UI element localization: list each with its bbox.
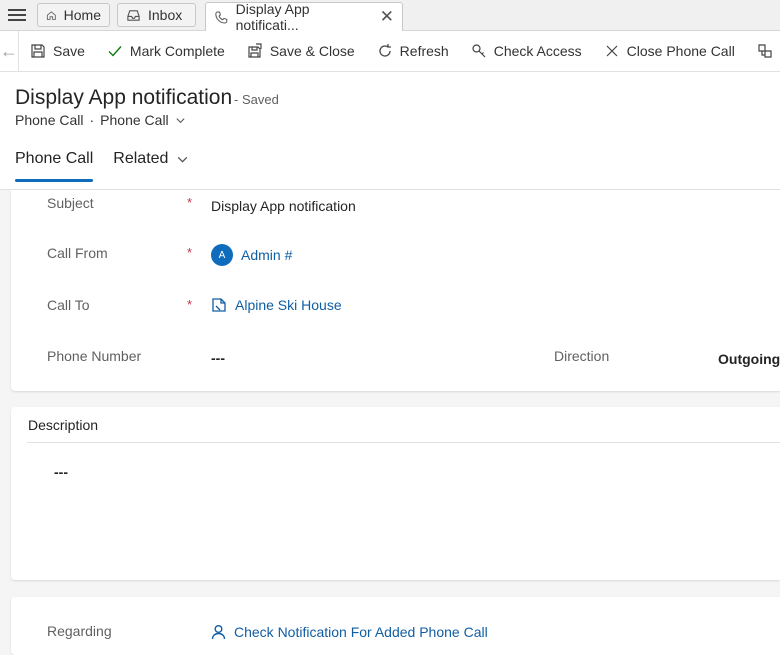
back-arrow-icon[interactable]: ← [0, 30, 19, 72]
tab-home-label: Home [63, 7, 101, 23]
call-from-value[interactable]: Admin # [241, 247, 292, 263]
check-access-label: Check Access [493, 43, 582, 59]
entity-separator: · [89, 112, 95, 128]
direction-field[interactable]: Outgoing [718, 351, 780, 367]
regarding-label: Regarding [47, 623, 112, 639]
checkmark-icon [108, 46, 122, 57]
person-icon [211, 625, 226, 640]
chevron-down-icon [176, 117, 185, 123]
form-name: Phone Call [100, 112, 169, 128]
regarding-value[interactable]: Check Notification For Added Phone Call [234, 624, 488, 640]
app-tab-bar: Home Inbox Display App notificati... ✕ [0, 0, 780, 33]
save-label: Save [53, 43, 85, 59]
record-header: Display App notification - Saved Phone C… [0, 72, 780, 190]
regarding-section: Regarding Check Notification For Added P… [11, 597, 780, 655]
avatar: A [211, 244, 233, 266]
tab-phone-call[interactable]: Phone Call [15, 150, 94, 182]
entity-breadcrumb: Phone Call · Phone Call [15, 112, 186, 128]
phone-icon [215, 11, 228, 23]
required-indicator: * [187, 297, 193, 312]
tab-related[interactable]: Related [113, 150, 189, 182]
tab-home[interactable]: Home [37, 3, 110, 27]
call-from-label: Call From [47, 245, 108, 261]
mark-complete-label: Mark Complete [129, 43, 225, 59]
description-field[interactable]: --- [54, 464, 68, 480]
process-icon [758, 44, 772, 58]
tab-inbox[interactable]: Inbox [117, 3, 196, 27]
check-access-button[interactable]: Check Access [460, 31, 593, 72]
call-from-lookup[interactable]: A Admin # [211, 244, 292, 266]
description-title: Description [28, 417, 99, 433]
close-phone-call-button[interactable]: Close Phone Call [593, 31, 746, 72]
form-tabs: Phone Call Related [15, 150, 189, 182]
more-commands-button[interactable]: P [746, 31, 780, 72]
call-to-label: Call To [47, 297, 90, 313]
description-section: Description --- [11, 407, 780, 580]
tab-active-label: Display App notificati... [235, 1, 310, 33]
call-to-value[interactable]: Alpine Ski House [235, 297, 342, 313]
form-selector[interactable]: Phone Call [100, 112, 186, 128]
entity-name: Phone Call [15, 112, 84, 128]
save-status: - Saved [234, 92, 279, 107]
required-indicator: * [187, 245, 193, 260]
save-button[interactable]: Save [19, 31, 96, 72]
description-divider [27, 442, 780, 443]
general-section: Subject * Display App notification Call … [11, 190, 780, 391]
close-tab-icon[interactable]: ✕ [380, 7, 394, 27]
command-bar: ← Save Mark Complete Save & Close Refres… [0, 30, 780, 72]
mark-complete-button[interactable]: Mark Complete [96, 31, 236, 72]
account-icon [212, 298, 226, 312]
phone-number-label: Phone Number [47, 348, 142, 364]
save-close-icon [248, 43, 262, 58]
tab-inbox-label: Inbox [148, 7, 183, 23]
close-phone-call-label: Close Phone Call [626, 43, 735, 59]
refresh-icon [379, 44, 391, 57]
inbox-icon [127, 9, 140, 21]
home-icon [46, 10, 56, 20]
close-icon [606, 45, 618, 57]
call-to-lookup[interactable]: Alpine Ski House [211, 297, 342, 313]
refresh-button[interactable]: Refresh [366, 31, 460, 72]
tab-display-app-notification[interactable]: Display App notificati... ✕ [205, 1, 403, 33]
save-and-close-button[interactable]: Save & Close [236, 31, 366, 72]
subject-label: Subject [47, 195, 94, 211]
hamburger-menu-icon[interactable] [8, 7, 26, 23]
tab-related-label: Related [113, 150, 169, 167]
required-indicator: * [187, 195, 193, 210]
regarding-lookup[interactable]: Check Notification For Added Phone Call [211, 624, 488, 640]
page-title: Display App notification [15, 86, 233, 109]
direction-label: Direction [554, 348, 610, 364]
key-icon [472, 44, 486, 58]
save-and-close-label: Save & Close [269, 43, 355, 59]
subject-field[interactable]: Display App notification [211, 198, 356, 214]
phone-number-field[interactable]: --- [211, 350, 225, 366]
chevron-down-icon [178, 156, 188, 163]
refresh-label: Refresh [399, 43, 449, 59]
save-icon [31, 44, 45, 58]
